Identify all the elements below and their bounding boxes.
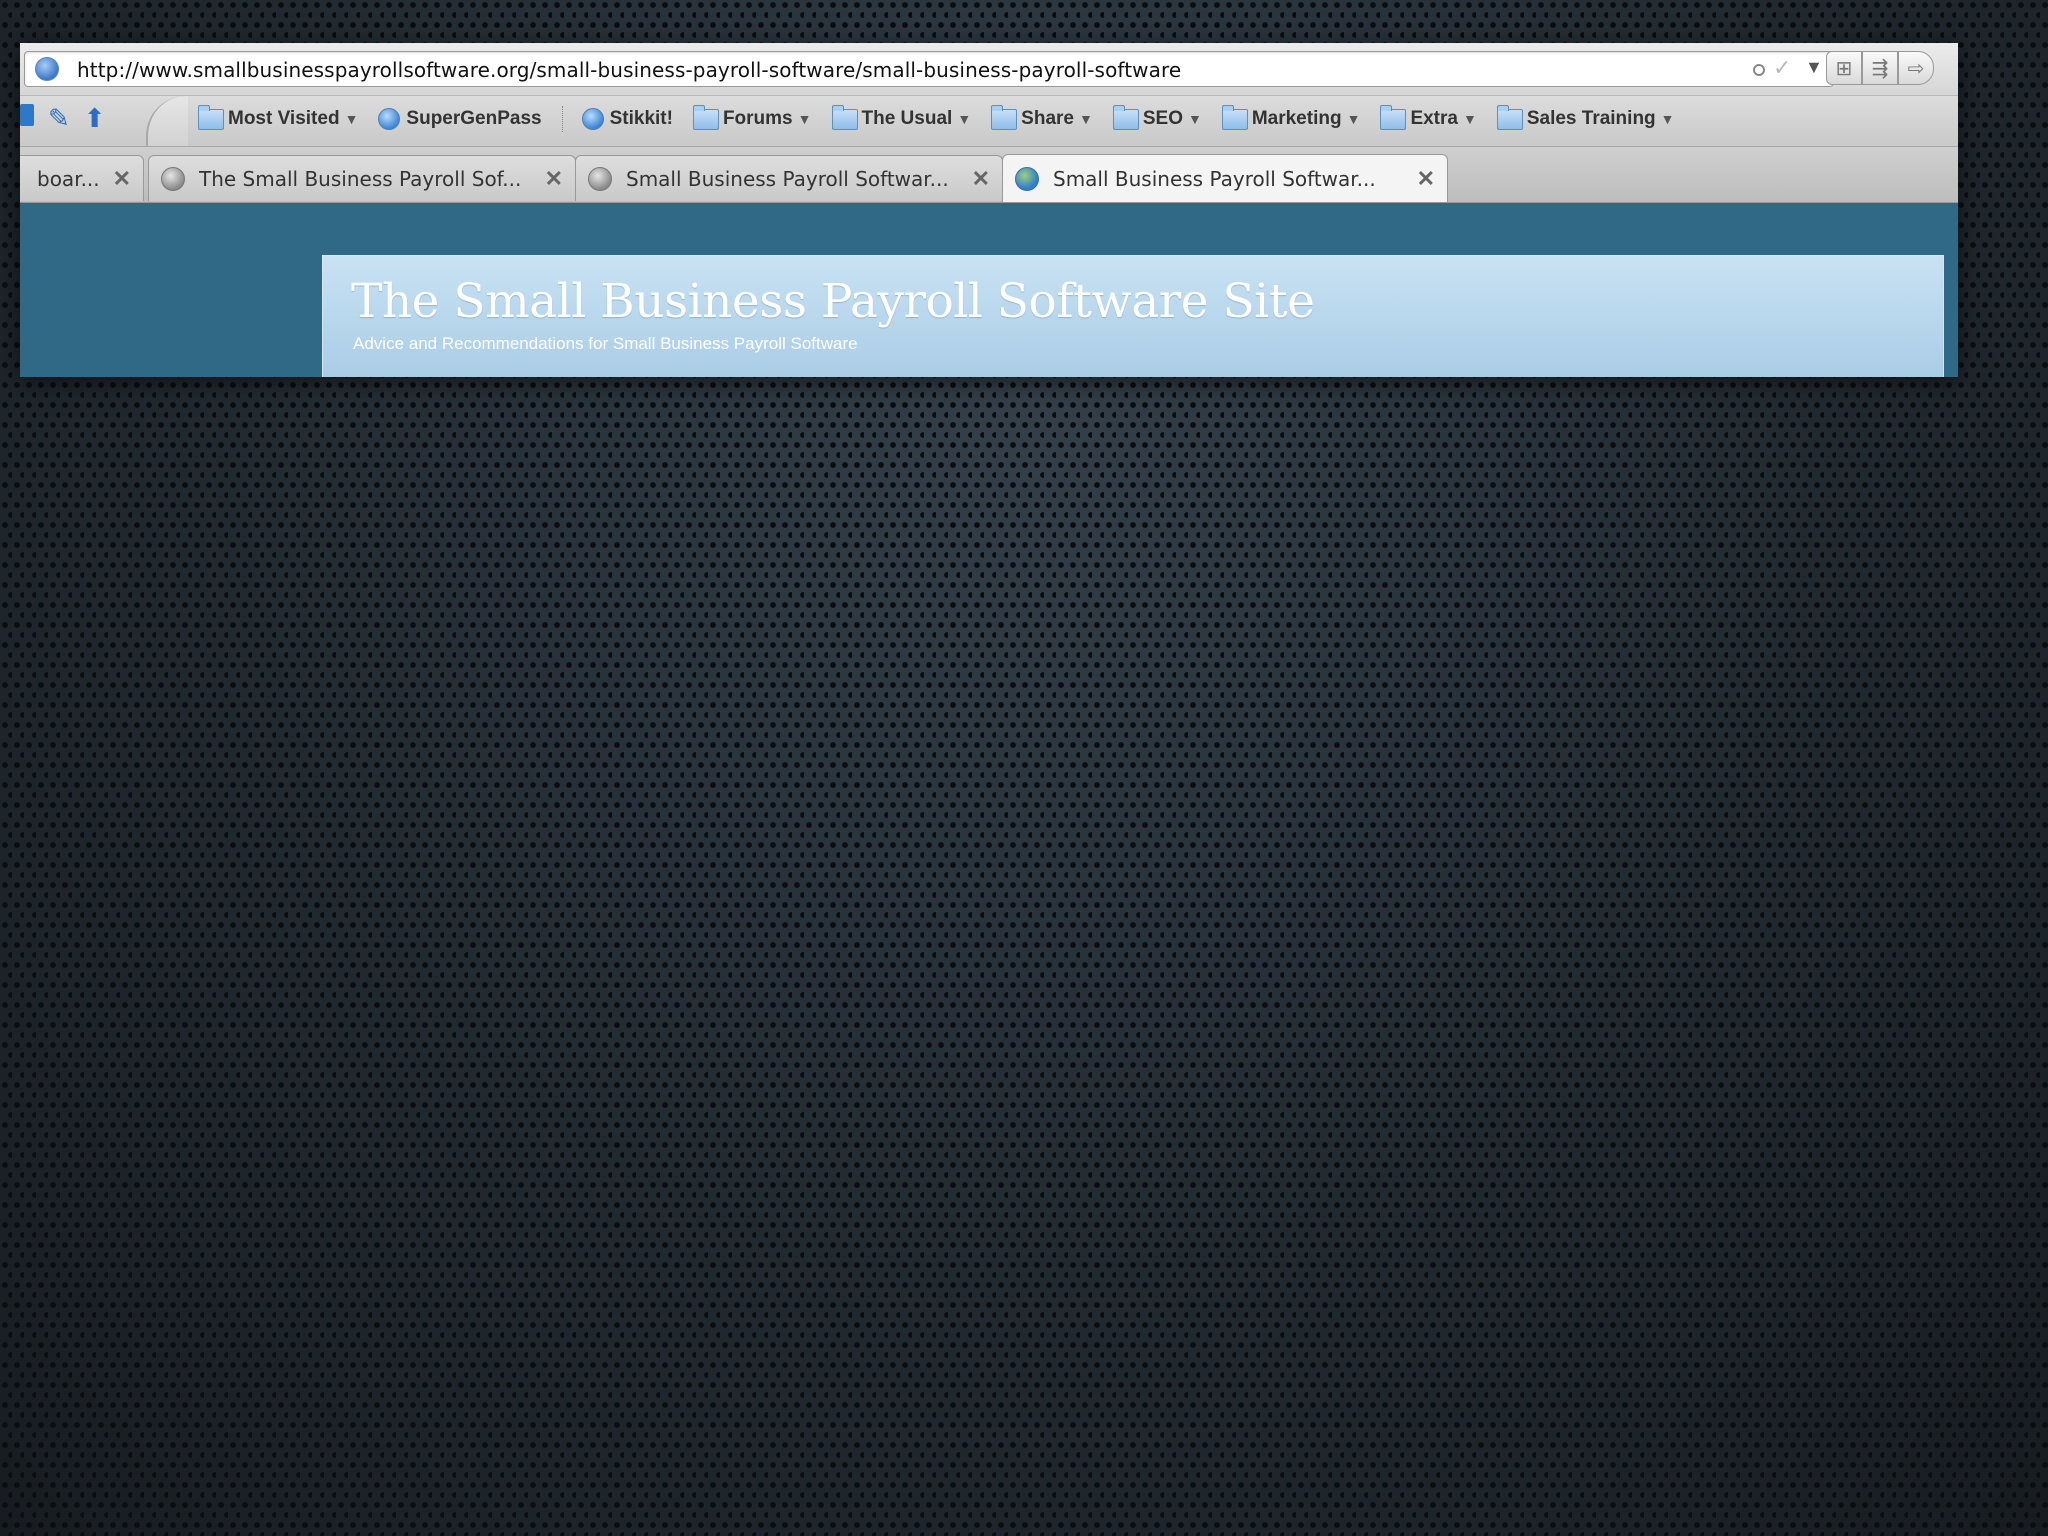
close-icon[interactable]: ✕	[113, 166, 131, 192]
url-text[interactable]: http://www.smallbusinesspayrollsoftware.…	[77, 58, 1181, 82]
tab-title: Small Business Payroll Softwar...	[1053, 166, 1376, 191]
tab[interactable]: Small Business Payroll Softwar... ✕	[575, 155, 1003, 201]
bookmark-separator	[561, 106, 564, 132]
bookmark-items: Most Visited ▼ SuperGenPass Stikkit! Forums ▼…	[198, 104, 1695, 132]
site-tagline: Advice and Recommendations for Small Bus…	[353, 334, 858, 353]
bookmark-item[interactable]: Most Visited ▼	[198, 104, 359, 130]
tab[interactable]: The Small Business Payroll Sof... ✕	[148, 155, 576, 201]
site-identity-icon[interactable]	[35, 57, 59, 81]
chevron-down-icon: ▼	[797, 111, 812, 127]
globe-icon	[1015, 166, 1039, 191]
chevron-down-icon: ▼	[1078, 111, 1093, 127]
folder-icon	[1112, 104, 1139, 130]
bookmark-label: The Usual	[861, 108, 953, 129]
chevron-down-icon: ▼	[1462, 111, 1477, 127]
folder-icon	[1496, 104, 1523, 130]
bookmarks-left-buttons: ✎ ⬆	[20, 104, 106, 132]
globe-icon	[161, 166, 185, 191]
close-icon[interactable]: ✕	[545, 166, 563, 192]
bookmark-item[interactable]: Forums ▼	[692, 104, 812, 130]
bookmark-label: Stikkit!	[609, 108, 673, 129]
close-icon[interactable]: ✕	[1417, 166, 1435, 192]
bookmark-item[interactable]: The Usual ▼	[831, 104, 972, 130]
folder-icon	[831, 104, 858, 130]
chevron-down-icon: ▼	[344, 111, 359, 127]
folder-icon	[1380, 104, 1407, 130]
tab-strip: boar... ✕ The Small Business Payroll Sof..…	[20, 147, 1958, 203]
globe-icon	[581, 108, 604, 130]
url-field[interactable]: http://www.smallbusinesspayrollsoftware.…	[24, 51, 1834, 87]
bookmark-label: SuperGenPass	[406, 108, 542, 129]
chevron-down-icon: ▼	[1346, 111, 1361, 127]
chevron-down-icon: ▼	[1187, 111, 1202, 127]
forward-arrow-icon[interactable]: ⇨	[1898, 51, 1934, 85]
bookmark-label: SEO	[1142, 108, 1183, 129]
browser-window: http://www.smallbusinesspayrollsoftware.…	[20, 43, 1958, 377]
checkmark-icon: ✓	[1773, 55, 1792, 80]
status-dot-icon	[1753, 64, 1765, 76]
bookmark-label: Most Visited	[228, 108, 340, 129]
site-header-banner: The Small Business Payroll Software Site…	[322, 255, 1944, 377]
bookmarks-toolbar: ✎ ⬆ Most Visited ▼ SuperGenPass Stikkit! For…	[20, 96, 1958, 147]
address-toolbar: http://www.smallbusinesspayrollsoftware.…	[20, 43, 1958, 96]
bookmark-item[interactable]: Sales Training ▼	[1496, 104, 1675, 130]
bookmark-label: Sales Training	[1526, 108, 1656, 129]
close-icon[interactable]: ✕	[972, 166, 990, 192]
sitemap-icon[interactable]: ⊞	[1826, 51, 1862, 85]
toolbar-buttons: ⊞ ⇶ ⇨	[1826, 51, 1934, 85]
folder-icon	[991, 104, 1018, 130]
share-icon[interactable]: ⇶	[1862, 51, 1898, 85]
feather-icon[interactable]: ✎	[48, 104, 70, 132]
tab-title: The Small Business Payroll Sof...	[199, 166, 522, 191]
url-dropdown-icon[interactable]: ▼	[1805, 57, 1823, 78]
folder-icon	[198, 104, 224, 130]
bookmark-item[interactable]: Extra ▼	[1380, 104, 1477, 130]
tab[interactable]: boar... ✕	[20, 155, 144, 201]
bookmark-label: Marketing	[1251, 108, 1342, 129]
globe-icon	[378, 108, 401, 130]
toolbar-divider	[146, 96, 188, 146]
bookmark-label: Extra	[1410, 108, 1458, 129]
bookmark-item[interactable]: Share ▼	[991, 104, 1093, 130]
page-content: The Small Business Payroll Software Site…	[20, 203, 1958, 377]
bookmark-item[interactable]: Stikkit!	[581, 108, 673, 130]
site-title[interactable]: The Small Business Payroll Software Site	[351, 274, 1315, 329]
chevron-down-icon: ▼	[1660, 111, 1675, 127]
bookmark-item[interactable]: Marketing ▼	[1221, 104, 1361, 130]
bookmark-label: Share	[1021, 108, 1074, 129]
folder-icon	[1221, 104, 1248, 130]
tab-title: boar...	[37, 166, 100, 191]
tab-active[interactable]: Small Business Payroll Softwar... ✕	[1002, 154, 1448, 202]
bookmark-label: Forums	[722, 108, 793, 129]
tab-title: Small Business Payroll Softwar...	[626, 166, 949, 191]
bookmark-item[interactable]: SuperGenPass	[378, 108, 542, 130]
reload-icon[interactable]	[20, 104, 34, 126]
home-icon[interactable]: ⬆	[84, 104, 106, 132]
folder-icon	[692, 104, 719, 130]
chevron-down-icon: ▼	[957, 111, 972, 127]
globe-icon	[588, 166, 612, 191]
bookmark-item[interactable]: SEO ▼	[1112, 104, 1202, 130]
